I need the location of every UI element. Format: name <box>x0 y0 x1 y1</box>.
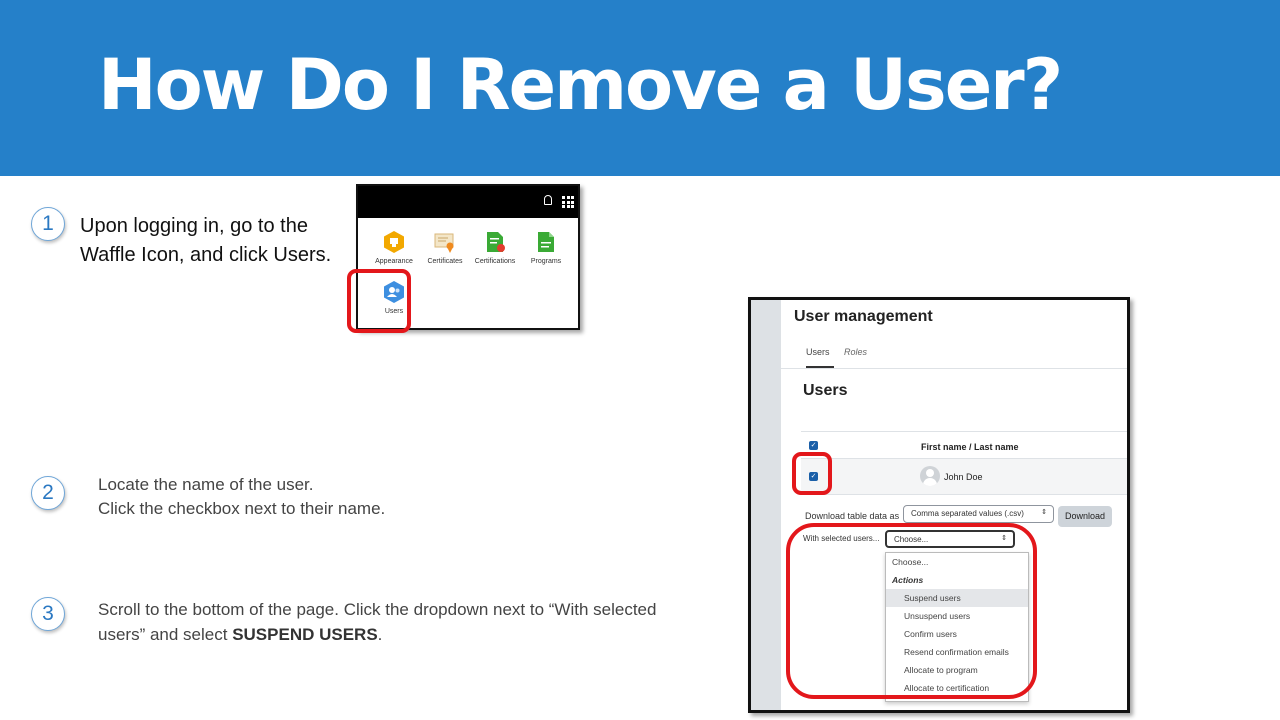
step-1-number: 1 <box>31 207 65 241</box>
user-name[interactable]: John Doe <box>944 472 983 482</box>
step-2-number: 2 <box>31 476 65 510</box>
navbar <box>358 186 578 218</box>
step-3-text: Scroll to the bottom of the page. Click … <box>98 597 658 647</box>
appearance-icon <box>384 231 404 253</box>
column-header-name[interactable]: First name / Last name <box>921 442 1019 452</box>
tab-roles[interactable]: Roles <box>844 347 867 357</box>
select-arrows-icon: ⇕ <box>1041 509 1047 516</box>
certificate-icon <box>434 233 454 253</box>
download-format-select[interactable]: Comma separated values (.csv) ⇕ <box>903 505 1054 523</box>
waffle-item-certificates[interactable]: Certificates <box>417 230 473 265</box>
waffle-icon[interactable] <box>560 194 574 208</box>
avatar <box>920 466 940 486</box>
step-3-text-suffix: . <box>377 625 383 644</box>
slide: How Do I Remove a User? 1 Upon logging i… <box>0 0 1280 720</box>
waffle-item-label: Programs <box>530 258 562 265</box>
slide-title: How Do I Remove a User? <box>98 44 1063 126</box>
tab-users[interactable]: Users <box>806 347 830 357</box>
waffle-item-label: Appearance <box>375 258 413 265</box>
table-header-divider <box>801 431 1127 432</box>
tab-divider <box>781 368 1127 369</box>
step-2-line-2: Click the checkbox next to their name. <box>98 499 386 518</box>
certification-icon <box>487 232 505 252</box>
sidebar <box>751 300 781 710</box>
section-heading: Users <box>803 382 848 399</box>
download-format-value: Comma separated values (.csv) <box>911 509 1024 518</box>
step-2-line-1: Locate the name of the user. <box>98 475 314 494</box>
dropdown-highlight <box>786 523 1037 699</box>
download-button[interactable]: Download <box>1058 506 1112 527</box>
page-title: User management <box>794 308 933 325</box>
waffle-item-label: Certifications <box>474 258 516 265</box>
step-2-text: Locate the name of the user. Click the c… <box>98 473 618 521</box>
waffle-item-appearance[interactable]: Appearance <box>366 230 422 265</box>
download-label: Download table data as <box>805 511 900 521</box>
title-banner: How Do I Remove a User? <box>0 0 1280 176</box>
users-highlight <box>347 269 411 333</box>
step-3-number: 3 <box>31 597 65 631</box>
checkbox-highlight <box>792 452 832 495</box>
waffle-item-label: Certificates <box>427 258 463 265</box>
step-3-text-bold: SUSPEND USERS <box>232 625 378 644</box>
notification-icon[interactable] <box>544 195 552 205</box>
waffle-item-certifications[interactable]: Certifications <box>467 230 523 265</box>
step-1-text: Upon logging in, go to the Waffle Icon, … <box>80 215 332 266</box>
select-all-checkbox[interactable]: ✓ <box>809 441 818 450</box>
waffle-item-programs[interactable]: Programs <box>518 230 574 265</box>
program-icon <box>538 232 554 252</box>
